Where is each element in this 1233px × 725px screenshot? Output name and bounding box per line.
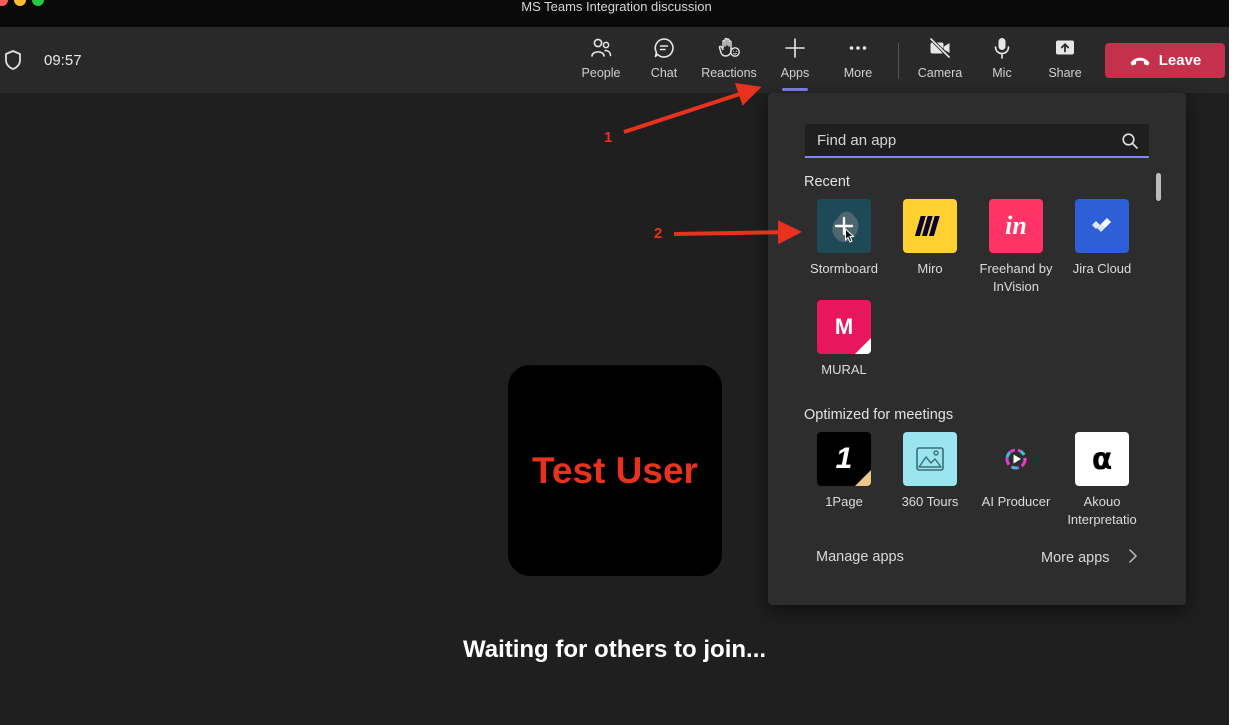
app-stormboard[interactable]: Stormboard <box>798 199 890 278</box>
mural-logo-text: M <box>834 314 854 339</box>
mic-button[interactable]: Mic <box>972 36 1032 88</box>
reactions-button[interactable]: Reactions <box>699 36 759 88</box>
participant-name: Test User <box>532 449 698 491</box>
title-bar: MS Teams Integration discussion <box>0 0 1233 27</box>
apps-flyout: Recent Stormboard Miro in Freehand by In… <box>768 93 1186 605</box>
annotation-arrow-1 <box>623 82 762 134</box>
app-freehand[interactable]: in Freehand by InVision <box>970 199 1062 296</box>
leave-label: Leave <box>1158 52 1202 69</box>
share-button[interactable]: Share <box>1035 36 1095 88</box>
reactions-label: Reactions <box>701 66 757 80</box>
app-1page-label: 1Page <box>825 494 863 509</box>
camera-button[interactable]: Camera <box>910 36 970 88</box>
app-akouo[interactable]: α Akouo Interpretatio <box>1056 432 1148 529</box>
chat-button[interactable]: Chat <box>634 36 694 88</box>
raise-hand-icon <box>718 37 740 57</box>
mural-icon: M <box>817 300 871 354</box>
app-mural[interactable]: M MURAL <box>798 300 890 379</box>
manage-apps-link[interactable]: Manage apps <box>816 549 904 565</box>
akouo-icon: α <box>1075 432 1129 486</box>
window-edge <box>1229 0 1233 725</box>
share-label: Share <box>1048 66 1082 80</box>
people-icon <box>591 38 612 57</box>
invision-icon: in <box>989 199 1043 253</box>
360-tours-icon <box>903 432 957 486</box>
app-ai-producer-label: AI Producer <box>981 494 1051 509</box>
mic-label: Mic <box>992 66 1012 80</box>
app-jira-cloud[interactable]: Jira Cloud <box>1056 199 1148 278</box>
jira-icon <box>1075 199 1129 253</box>
hang-up-phone-icon <box>1130 57 1150 65</box>
apps-button[interactable]: Apps <box>765 36 825 91</box>
app-ai-producer[interactable]: AI Producer <box>970 432 1062 511</box>
more-label: More <box>843 66 873 80</box>
camera-label: Camera <box>917 66 963 80</box>
participant-tile: Test User <box>508 365 722 576</box>
chat-label: Chat <box>650 66 678 80</box>
toolbar-divider <box>898 43 899 79</box>
app-search-box <box>805 124 1149 158</box>
annotation-step-2: 2 <box>654 225 663 242</box>
chevron-right-icon <box>1128 549 1137 563</box>
plus-icon <box>785 38 805 58</box>
app-mural-label: MURAL <box>821 362 867 377</box>
more-apps-label: More apps <box>1041 550 1110 566</box>
app-freehand-label: Freehand by InVision <box>979 261 1053 294</box>
scrollbar-thumb[interactable] <box>1156 173 1161 201</box>
optimized-section-title: Optimized for meetings <box>804 407 954 423</box>
apps-label: Apps <box>780 66 810 80</box>
leave-button[interactable]: Leave <box>1105 43 1225 78</box>
akouo-logo-text: α <box>1091 441 1113 477</box>
meeting-timer: 09:57 <box>44 52 82 69</box>
stormboard-icon <box>817 199 871 253</box>
chat-icon <box>654 38 674 58</box>
search-icon[interactable] <box>1121 132 1139 150</box>
annotation-step-1: 1 <box>604 129 613 146</box>
more-apps-link[interactable]: More apps <box>1041 549 1138 566</box>
app-360-tours-label: 360 Tours <box>901 494 959 509</box>
people-button[interactable]: People <box>571 36 631 88</box>
1page-logo-text: 1 <box>835 442 853 475</box>
shield-icon <box>5 50 21 70</box>
1page-icon: 1 <box>817 432 871 486</box>
app-1page[interactable]: 1 1Page <box>798 432 890 511</box>
app-akouo-label: Akouo Interpretatio <box>1067 494 1137 527</box>
app-360-tours[interactable]: 360 Tours <box>884 432 976 511</box>
invision-logo-text: in <box>1005 211 1027 240</box>
app-miro-label: Miro <box>917 261 943 276</box>
camera-off-icon <box>929 37 951 59</box>
share-screen-icon <box>1056 40 1074 55</box>
app-stormboard-label: Stormboard <box>810 261 878 276</box>
app-search-input[interactable] <box>805 124 1105 156</box>
recent-section-title: Recent <box>804 174 850 190</box>
waiting-message: Waiting for others to join... <box>462 636 767 663</box>
more-dots-icon <box>849 46 867 50</box>
people-label: People <box>581 66 621 80</box>
app-miro[interactable]: Miro <box>884 199 976 278</box>
more-button[interactable]: More <box>828 36 888 88</box>
mic-icon <box>994 38 1010 59</box>
miro-icon <box>903 199 957 253</box>
app-jira-label: Jira Cloud <box>1072 261 1132 276</box>
ai-producer-icon <box>989 432 1043 486</box>
window-title: MS Teams Integration discussion <box>521 0 712 14</box>
